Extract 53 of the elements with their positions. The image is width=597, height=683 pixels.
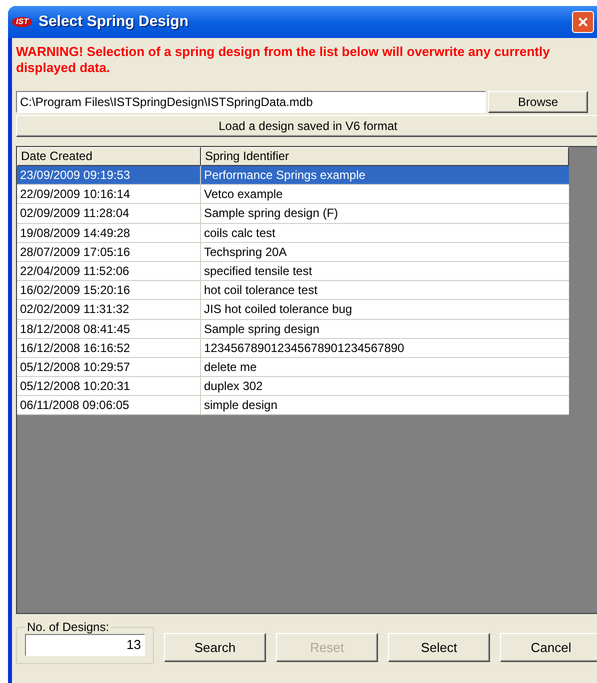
logo: IST bbox=[12, 17, 32, 27]
table-cell-text: simple design bbox=[203, 397, 278, 414]
table-cell: 06/11/2008 09:06:05 bbox=[17, 396, 201, 414]
table-cell: 28/07/2009 17:05:16 bbox=[17, 242, 201, 261]
table-cell-text: Performance Springs example bbox=[203, 167, 366, 184]
table-cell: 02/02/2009 11:31:32 bbox=[17, 300, 201, 318]
table-row[interactable]: 05/12/2008 10:29:57 delete me bbox=[17, 358, 569, 378]
table-cell: 19/08/2009 14:49:28 bbox=[17, 224, 201, 242]
table-row[interactable]: 19/08/2009 14:49:28 coils calc test bbox=[17, 224, 569, 243]
warning-text: WARNING! Selection of a spring design from the list below will overwrite any currently displayed data. bbox=[16, 44, 551, 76]
table-cell-text: delete me bbox=[203, 358, 258, 376]
table-row[interactable]: 23/09/2009 09:19:53 Performance Springs example bbox=[17, 166, 569, 186]
table-row[interactable]: 05/12/2008 10:20:31 duplex 302 bbox=[17, 377, 569, 396]
table-row[interactable]: 22/09/2009 10:16:14 Vetco example bbox=[17, 185, 569, 204]
table-cell: 05/12/2008 10:29:57 bbox=[17, 358, 201, 376]
table-row[interactable]: 02/02/2009 11:31:32 JIS hot coiled tolerance bug bbox=[17, 300, 569, 320]
table-row[interactable]: 16/12/2008 16:16:52 123456789012345678901234567890 bbox=[17, 338, 569, 358]
path-field[interactable]: C:\Program Files\ISTSpringDesign\ISTSpringData.mdb bbox=[16, 91, 486, 113]
window-title: Select Spring Design bbox=[38, 12, 188, 32]
designs-count-label: No. of Designs: bbox=[26, 621, 110, 633]
table-cell-text: Vetco example bbox=[203, 186, 284, 204]
column-header[interactable]: Date Created bbox=[17, 147, 201, 166]
table-cell: 16/02/2009 15:20:16 bbox=[17, 281, 201, 300]
table-cell-text: JIS hot coiled tolerance bug bbox=[203, 301, 354, 318]
table-cell-text: coils calc test bbox=[203, 224, 276, 242]
load-v6-button[interactable]: Load a design saved in V6 format bbox=[16, 115, 597, 137]
table-cell-text: 123456789012345678901234567890 bbox=[203, 340, 406, 357]
column-header[interactable]: Spring Identifier bbox=[201, 147, 569, 166]
table-cell-text: Sample spring design (F) bbox=[203, 205, 340, 222]
table-cell: 22/09/2009 10:16:14 bbox=[17, 185, 201, 204]
table-cell-text: Techspring 20A bbox=[203, 244, 288, 261]
table-cell-text: Sample spring design bbox=[203, 320, 320, 338]
action-button[interactable]: Search bbox=[164, 633, 266, 662]
table-cell: 18/12/2008 08:41:45 bbox=[17, 320, 201, 338]
table-cell: 16/12/2008 16:16:52 bbox=[17, 338, 201, 357]
designs-count-field[interactable]: 13 bbox=[25, 634, 145, 656]
table-row[interactable]: 16/02/2009 15:20:16 hot coil tolerance test bbox=[17, 281, 569, 300]
browse-button[interactable]: Browse bbox=[488, 91, 588, 113]
table-cell: 23/09/2009 09:19:53 bbox=[17, 166, 201, 184]
table-row[interactable]: 02/09/2009 11:28:04 Sample spring design (F) bbox=[17, 204, 569, 224]
table-cell-text: specified tensile test bbox=[203, 262, 314, 280]
table-row[interactable]: 28/07/2009 17:05:16 Techspring 20A bbox=[17, 242, 569, 262]
table-row[interactable]: 18/12/2008 08:41:45 Sample spring design bbox=[17, 320, 569, 339]
table-cell: 02/09/2009 11:28:04 bbox=[17, 204, 201, 223]
table-cell: 22/04/2009 11:52:06 bbox=[17, 262, 201, 280]
action-button[interactable]: Select bbox=[388, 633, 490, 662]
table-cell-text: duplex 302 bbox=[203, 378, 264, 396]
action-button[interactable]: Cancel bbox=[500, 633, 597, 662]
table-row[interactable]: 06/11/2008 09:06:05 simple design bbox=[17, 396, 569, 416]
table-cell: 05/12/2008 10:20:31 bbox=[17, 377, 201, 396]
table-cell-text: hot coil tolerance test bbox=[203, 282, 318, 300]
table-row[interactable]: 22/04/2009 11:52:06 specified tensile test bbox=[17, 262, 569, 282]
close-button[interactable]: × bbox=[572, 11, 594, 33]
